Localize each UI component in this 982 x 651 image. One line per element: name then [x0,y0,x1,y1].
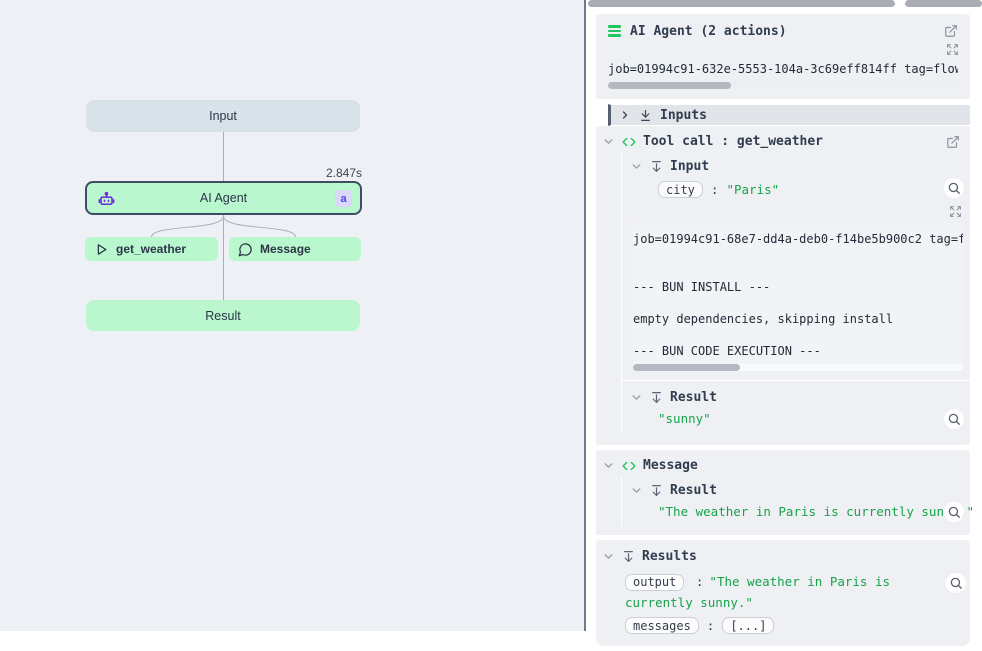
messages-value-pill[interactable]: [...] [722,617,774,634]
job-details-card: AI Agent (2 actions) job=01994c91-632e-5… [596,14,970,651]
agent-type-icon [608,25,621,37]
node-get-weather[interactable]: get_weather [85,237,218,261]
tool-result-header[interactable]: Result [622,386,970,408]
results-header[interactable]: Results [596,544,970,568]
message-result-header[interactable]: Result [622,479,970,501]
flow-canvas[interactable]: Input 2.847s AI Agent a get_weather Mess… [0,0,584,631]
top-scrollbar-thumb[interactable] [588,0,895,7]
tool-input-label: Input [670,159,709,174]
tool-log-progressbar[interactable] [633,364,963,371]
robot-icon [97,190,116,209]
inputs-label: Inputs [660,108,707,123]
arrow-down-from-line-icon [622,550,635,563]
expand-logs-icon[interactable] [949,205,962,218]
open-external-icon[interactable] [946,135,960,149]
search-icon[interactable] [944,502,964,522]
chevron-down-icon[interactable] [602,135,615,148]
agent-duration-label: 2.847s [262,166,362,180]
search-icon[interactable] [946,573,966,593]
play-icon [94,242,109,257]
message-bubble-icon [238,242,253,257]
open-external-icon[interactable] [944,24,958,38]
message-title: Message [643,458,698,473]
arrow-down-from-line-icon [650,160,663,173]
agent-job-log: job=01994c91-632e-5553-104a-3c69eff814ff… [608,62,958,76]
tool-call-log[interactable]: job=01994c91-68e7-dd4a-deb0-f14be5b900c2… [633,223,963,371]
agent-header-section: AI Agent (2 actions) job=01994c91-632e-5… [596,14,970,99]
expand-logs-icon[interactable] [946,43,959,56]
message-section: Message Result "The weather in Paris is … [596,450,970,535]
kv-separator: : [711,182,719,197]
chevron-right-icon[interactable] [619,109,631,121]
tool-result-value: "sunny" [658,411,711,426]
output-kv-row: output :"The weather in Paris is current… [625,571,960,613]
chevron-down-icon[interactable] [630,160,643,173]
code-icon [622,459,636,473]
chevron-down-icon[interactable] [602,459,615,472]
tool-result-value-row: "sunny" [622,408,970,433]
results-section: Results output :"The weather in Paris is… [596,540,970,646]
agent-log-progressbar[interactable] [608,82,958,89]
tool-log-progress-thumb [633,364,740,371]
arrow-down-to-line-icon [639,109,652,122]
code-icon [622,135,636,149]
tool-call-header[interactable]: Tool call : get_weather [596,129,970,153]
tool-result-block: Result "sunny" [622,380,970,433]
chevron-down-icon[interactable] [630,484,643,497]
arrow-down-from-line-icon [650,391,663,404]
chevron-down-icon[interactable] [630,391,643,404]
node-ai-agent[interactable]: AI Agent a [85,181,362,215]
message-result-value: "The weather in Paris is currently sunny… [658,504,974,519]
city-kv-row: city : "Paris" [622,177,970,205]
arrow-down-from-line-icon [650,484,663,497]
city-key-pill[interactable]: city [658,181,703,198]
node-ai-agent-label: AI Agent [200,191,247,205]
tool-input-header[interactable]: Input [622,155,970,177]
search-icon[interactable] [944,409,964,429]
top-scrollbar-thumb-2[interactable] [905,0,982,7]
message-result-value-row: "The weather in Paris is currently sunny… [622,501,970,526]
city-value: "Paris" [726,182,779,197]
search-icon[interactable] [944,178,964,198]
agent-badge[interactable]: a [335,190,352,207]
node-input-label: Input [209,109,237,123]
node-message[interactable]: Message [229,237,361,261]
inputs-section-toggle[interactable]: Inputs [608,104,970,126]
message-result-label: Result [670,483,717,498]
agent-log-progress-thumb [608,82,731,89]
kv-separator: : [696,574,704,589]
node-get-weather-label: get_weather [116,242,186,256]
messages-key-pill[interactable]: messages [625,617,699,634]
panel-title: AI Agent (2 actions) [630,24,787,39]
node-input[interactable]: Input [86,100,360,132]
results-title: Results [642,549,697,564]
message-header[interactable]: Message [596,453,970,477]
messages-kv-row: messages : [...] [625,617,960,634]
node-result-label: Result [205,309,240,323]
chevron-down-icon[interactable] [602,550,615,563]
node-result[interactable]: Result [86,300,360,331]
output-key-pill[interactable]: output [625,574,684,591]
job-details-panel: AI Agent (2 actions) job=01994c91-632e-5… [586,0,982,631]
tool-call-section: Tool call : get_weather Input city [596,126,970,445]
node-message-label: Message [260,242,311,256]
tool-call-title: Tool call : get_weather [643,134,823,149]
tool-result-label: Result [670,390,717,405]
tool-call-log-text: job=01994c91-68e7-dd4a-deb0-f14be5b900c2… [633,231,963,359]
